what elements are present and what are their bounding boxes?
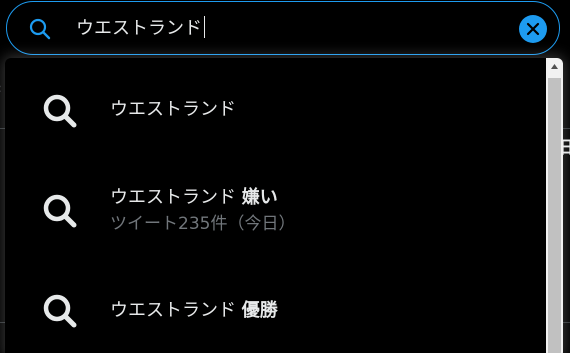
suggestion-title: ウエストランド 嫌い	[110, 187, 278, 208]
text-caret	[204, 16, 205, 38]
suggestion-title: ウエストランド	[110, 99, 236, 120]
chevron-left-icon: ‹	[0, 82, 2, 96]
clear-search-button[interactable]	[519, 15, 547, 43]
scrollbar-thumb[interactable]	[548, 78, 561, 353]
search-input[interactable]: ウエストランド	[76, 15, 205, 43]
search-icon	[41, 292, 79, 330]
search-suggestions-dropdown: ウエストランド ウエストランド 嫌い ツイート235件（今日） ウエストランド …	[5, 58, 563, 353]
suggestion-item[interactable]: ウエストランド	[5, 58, 541, 158]
suggestion-item[interactable]: ウエストランド 嫌い ツイート235件（今日）	[5, 158, 541, 258]
scroll-up-arrow-icon[interactable]	[546, 58, 563, 75]
suggestion-bold-suffix: 嫌い	[241, 187, 278, 208]
suggestion-bold-suffix: 優勝	[241, 300, 278, 321]
suggestion-title: ウエストランド 優勝	[110, 300, 278, 321]
search-icon	[28, 17, 52, 41]
suggestion-item[interactable]: ウエストランド 優勝	[5, 258, 541, 353]
page: ‹ 旧 ウエストランド ウエストランド	[0, 0, 570, 353]
search-bar[interactable]: ウエストランド	[6, 1, 560, 55]
close-icon	[526, 22, 540, 36]
search-icon	[41, 92, 79, 130]
suggestion-subtitle: ツイート235件（今日）	[110, 214, 296, 234]
search-icon	[41, 192, 79, 230]
search-query: ウエストランド	[76, 18, 202, 39]
scrollbar[interactable]	[546, 58, 563, 353]
